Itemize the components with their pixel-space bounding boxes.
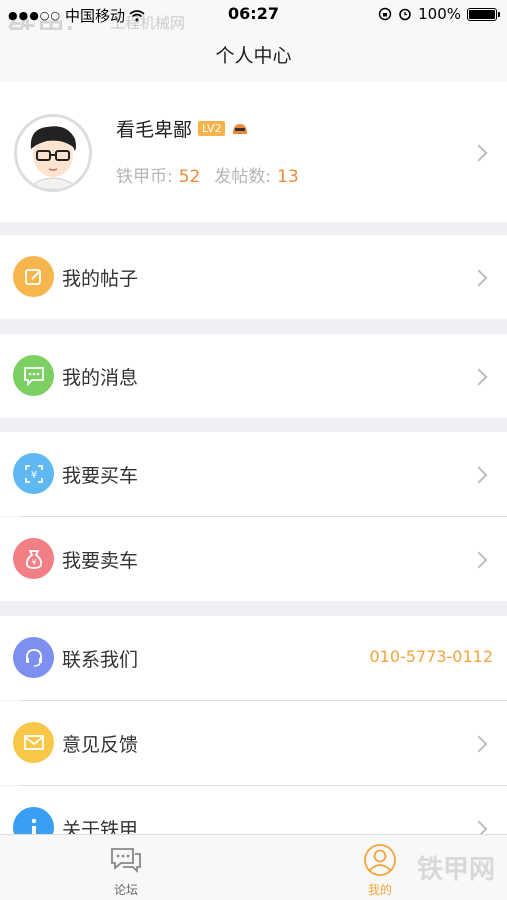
menu-item-feedback[interactable]: 意见反馈 bbox=[0, 701, 507, 785]
page-title: 个人中心 bbox=[215, 45, 292, 67]
contact-phone[interactable]: 010-5773-0112 bbox=[369, 647, 493, 666]
mascot-icon bbox=[233, 123, 248, 134]
menu-label-contact-us: 联系我们 bbox=[62, 649, 139, 671]
svg-text:¥: ¥ bbox=[30, 470, 36, 481]
chevron-right-icon bbox=[470, 551, 488, 569]
menu-label-my-messages: 我的消息 bbox=[62, 367, 139, 389]
tab-mine[interactable]: 我的 bbox=[350, 843, 410, 898]
menu-item-my-posts[interactable]: 我的帖子 bbox=[0, 235, 507, 319]
envelope-icon bbox=[13, 722, 54, 763]
avatar[interactable] bbox=[14, 114, 92, 192]
tab-forum-label: 论坛 bbox=[113, 883, 138, 897]
rotation-lock-icon bbox=[378, 7, 392, 21]
tab-mine-label: 我的 bbox=[367, 883, 392, 897]
profile-card[interactable]: 看毛卑鄙 LV2 铁甲币: 52 发帖数: 13 bbox=[0, 82, 507, 222]
coins-value: 52 bbox=[178, 167, 201, 187]
level-badge: LV2 bbox=[198, 121, 226, 136]
nav-bar: 个人中心 bbox=[0, 30, 507, 82]
forum-icon bbox=[109, 843, 143, 877]
battery-icon bbox=[467, 7, 500, 21]
menu-item-contact-us[interactable]: 联系我们 010-5773-0112 bbox=[0, 616, 507, 700]
watermark-bottom: 铁甲网 bbox=[416, 855, 495, 885]
menu-label-feedback: 意见反馈 bbox=[62, 734, 139, 756]
chevron-right-icon bbox=[470, 368, 488, 386]
menu-label-sell-car: 我要卖车 bbox=[62, 550, 139, 572]
username-row: 看毛卑鄙 LV2 bbox=[116, 115, 249, 142]
coins-label: 铁甲币: bbox=[116, 167, 173, 187]
chevron-right-icon bbox=[470, 269, 488, 287]
message-icon bbox=[13, 355, 54, 396]
menu-item-my-messages[interactable]: 我的消息 bbox=[0, 334, 507, 418]
headset-icon bbox=[13, 637, 54, 678]
chevron-right-icon bbox=[470, 144, 488, 162]
username: 看毛卑鄙 bbox=[116, 119, 193, 141]
chevron-right-icon bbox=[470, 466, 488, 484]
edit-icon bbox=[13, 256, 54, 297]
menu-item-buy-car[interactable]: ¥ 我要买车 bbox=[0, 432, 507, 516]
status-right: 100% bbox=[378, 5, 500, 23]
posts-value: 13 bbox=[277, 167, 299, 187]
tab-bar: 论坛 我的 铁甲网 bbox=[0, 834, 507, 900]
money-bag-icon: ¥ bbox=[13, 538, 54, 579]
menu-label-my-posts: 我的帖子 bbox=[62, 268, 139, 290]
user-icon bbox=[363, 843, 397, 877]
svg-text:¥: ¥ bbox=[31, 558, 36, 567]
chevron-right-icon bbox=[470, 735, 488, 753]
menu-label-buy-car: 我要买车 bbox=[62, 465, 139, 487]
menu-item-sell-car[interactable]: ¥ 我要卖车 bbox=[0, 517, 507, 601]
profile-stats: 铁甲币: 52 发帖数: 13 bbox=[116, 162, 313, 187]
buy-car-icon: ¥ bbox=[13, 453, 54, 494]
alarm-icon bbox=[399, 8, 411, 21]
avatar-cartoon-icon bbox=[17, 117, 89, 189]
battery-percent: 100% bbox=[418, 5, 461, 23]
tab-forum[interactable]: 论坛 bbox=[96, 843, 156, 898]
posts-label: 发帖数: bbox=[214, 167, 272, 187]
